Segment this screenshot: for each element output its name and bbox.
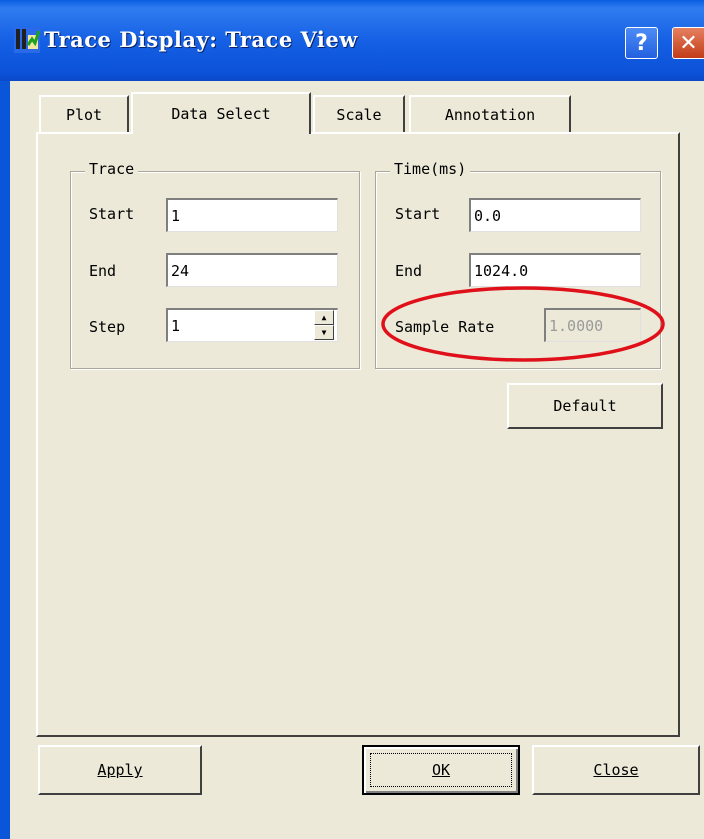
trace-end-label: End: [89, 262, 117, 280]
close-button-label: Close: [593, 761, 639, 779]
close-button[interactable]: Close: [532, 745, 700, 795]
tab-label: Scale: [336, 105, 382, 124]
close-icon: ✕: [679, 30, 698, 56]
time-group-title: Time(ms): [390, 160, 471, 178]
default-button-label: Default: [553, 397, 617, 415]
time-start-field[interactable]: 0.0: [469, 198, 641, 232]
tab-label: Annotation: [444, 105, 536, 124]
title-bar: Trace Display: Trace View ? ✕: [0, 0, 704, 81]
time-end-label: End: [395, 262, 423, 280]
tab-label: Plot: [65, 105, 103, 124]
time-start-label: Start: [395, 205, 441, 223]
spin-down-icon[interactable]: ▼: [314, 325, 334, 340]
help-icon: ?: [635, 30, 648, 56]
sample-rate-field: 1.0000: [544, 308, 641, 342]
trace-start-label: Start: [89, 205, 135, 223]
step-spinner[interactable]: ▲ ▼: [314, 310, 334, 340]
default-button[interactable]: Default: [507, 383, 663, 429]
ok-button[interactable]: OK: [362, 745, 520, 795]
tab-scale[interactable]: Scale: [313, 95, 405, 132]
help-button[interactable]: ?: [625, 27, 658, 59]
window-frame: [0, 81, 10, 839]
close-window-button[interactable]: ✕: [672, 27, 704, 59]
tab-data-select[interactable]: Data Select: [131, 92, 311, 134]
trace-step-label: Step: [89, 318, 126, 336]
trace-display-icon: [14, 27, 41, 53]
tab-annotation[interactable]: Annotation: [409, 95, 571, 132]
spin-up-icon[interactable]: ▲: [314, 310, 334, 325]
trace-step-field[interactable]: 1: [166, 308, 338, 342]
time-end-field[interactable]: 1024.0: [469, 253, 641, 287]
sample-rate-label: Sample Rate: [395, 318, 495, 336]
trace-end-field[interactable]: 24: [166, 253, 338, 287]
apply-button[interactable]: Apply: [38, 745, 202, 795]
tab-label: Data Select: [171, 105, 271, 123]
focus-rect: [370, 753, 512, 787]
apply-button-label: Apply: [97, 761, 143, 779]
window-title: Trace Display: Trace View: [44, 27, 358, 52]
trace-group-title: Trace: [85, 160, 139, 178]
trace-start-field[interactable]: 1: [166, 198, 338, 232]
tab-plot[interactable]: Plot: [39, 95, 129, 132]
